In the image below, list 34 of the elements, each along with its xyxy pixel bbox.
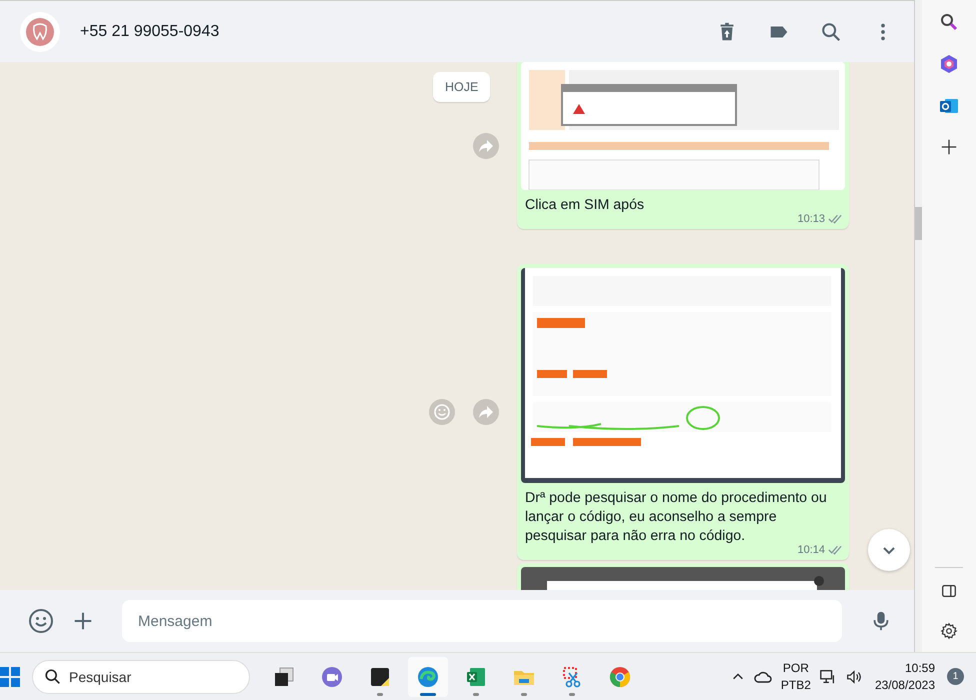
video-chat-icon — [320, 664, 344, 688]
avatar-icon[interactable] — [20, 12, 60, 52]
search-icon[interactable] — [820, 20, 842, 42]
chrome-icon — [608, 664, 632, 688]
clock-date[interactable]: 23/08/2023 — [874, 676, 935, 694]
message-text: Drª pode pesquisar o nome do procedimento ou lançar o código, eu aconselho a sempre pesquisar para não erra no código. — [525, 489, 828, 545]
panel-icon[interactable] — [940, 582, 958, 600]
keyboard-layout-text[interactable]: PTB2 — [780, 676, 811, 694]
clock-time[interactable]: 10:59 — [904, 660, 935, 676]
scrollbar-thumb[interactable] — [915, 207, 922, 240]
message-time: 10:14 — [797, 544, 825, 556]
date-chip: HOJE — [433, 72, 490, 102]
message-text: Clica em SIM após — [525, 196, 646, 215]
contact-name[interactable]: +55 21 99055-0943 — [80, 22, 220, 40]
taskbar-search-field[interactable]: Pesquisar — [32, 660, 250, 694]
message-field[interactable]: Mensagem — [122, 600, 842, 642]
mail-icon[interactable] — [939, 96, 959, 116]
windows-icon[interactable] — [0, 666, 20, 686]
plus-icon[interactable] — [940, 138, 958, 156]
browser-icon — [416, 664, 440, 688]
network-icon[interactable] — [818, 668, 837, 686]
windows-stack-icon — [272, 664, 296, 688]
search-icon — [44, 668, 62, 686]
speaker-icon[interactable] — [844, 668, 863, 686]
settings-icon[interactable] — [940, 622, 958, 640]
message-time: 10:13 — [797, 213, 825, 225]
emoji-icon[interactable] — [28, 608, 54, 634]
plus-icon[interactable] — [72, 610, 94, 632]
double-check-icon — [828, 214, 843, 224]
search-icon[interactable] — [939, 12, 959, 32]
double-check-icon — [828, 545, 843, 555]
notification-badge[interactable]: 1 — [947, 668, 964, 685]
language-text[interactable]: POR — [782, 660, 809, 676]
hexagon-icon[interactable] — [939, 54, 959, 74]
